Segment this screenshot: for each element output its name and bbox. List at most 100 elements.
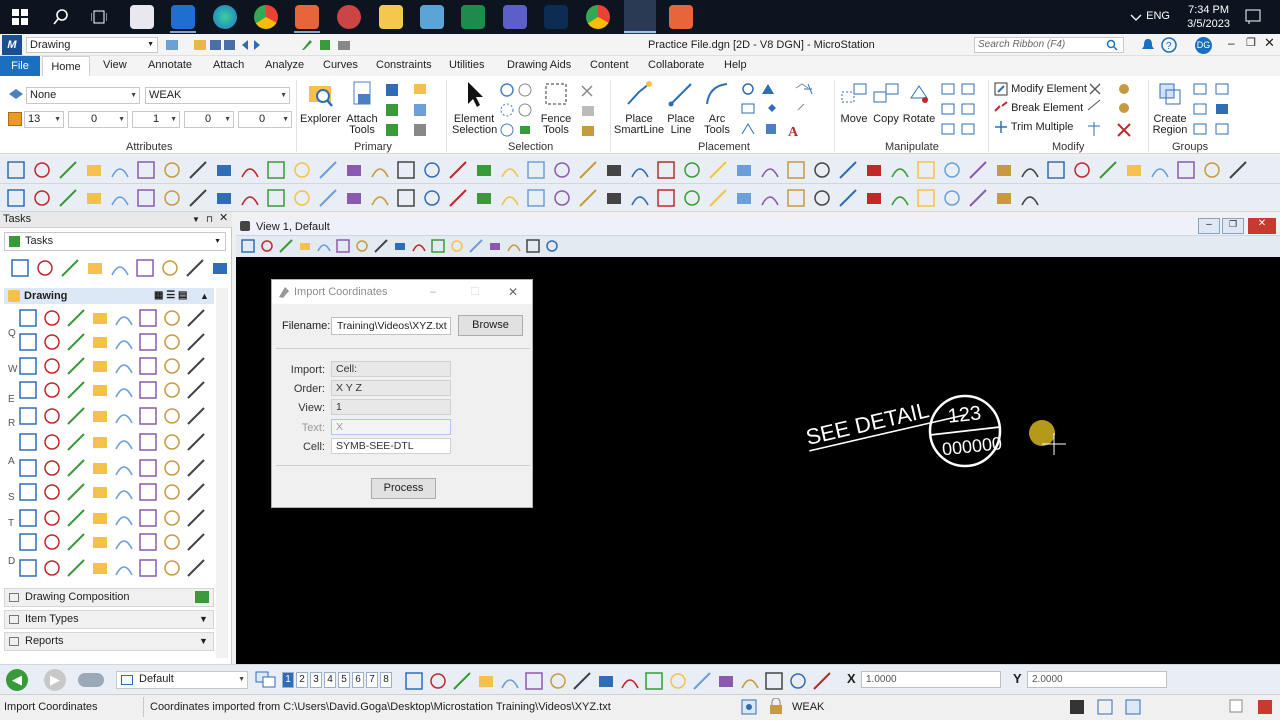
toolbar1-tool-icon-27[interactable] (682, 160, 702, 180)
toolbar2-tool-icon-7[interactable] (162, 188, 182, 208)
drawing-row1-tool-icon-3[interactable] (66, 308, 86, 328)
drawing-row11-tool-icon-2[interactable] (42, 558, 62, 578)
order-field[interactable]: X Y Z (331, 380, 451, 396)
toolbar2-tool-icon-21[interactable] (526, 188, 546, 208)
priority-combo[interactable]: 0 ▼ (238, 111, 292, 128)
drawing-row9-tool-icon-2[interactable] (42, 508, 62, 528)
minimize-button[interactable]: – (1228, 36, 1235, 50)
toolbar2-tool-icon-30[interactable] (760, 188, 780, 208)
lock-icon[interactable] (768, 698, 784, 716)
bottom-text-tool-icon-16[interactable] (764, 671, 784, 691)
drawing-row5-tool-icon-1[interactable] (18, 406, 38, 426)
tab-drawing-aids[interactable]: Drawing Aids (507, 59, 571, 71)
place-line-button[interactable]: Place Line (664, 80, 698, 136)
toolbar1-tool-icon-36[interactable] (916, 160, 936, 180)
view-tool-icon-15[interactable] (506, 238, 522, 254)
toolbar1-tool-icon-20[interactable] (500, 160, 520, 180)
drawing-row5-tool-icon-6[interactable] (138, 406, 158, 426)
drawing-row2-tool-icon-7[interactable] (162, 332, 182, 352)
drawing-row7-tool-icon-3[interactable] (66, 458, 86, 478)
browse-button[interactable]: Browse (458, 315, 523, 336)
chrome-profile-app-icon[interactable] (586, 5, 610, 29)
view-menu-icon[interactable] (240, 221, 250, 231)
snap-mode-icon[interactable] (740, 698, 760, 716)
drawing-row1-tool-icon-4[interactable] (90, 308, 110, 328)
toolbar1-tool-icon-46[interactable] (1176, 160, 1196, 180)
close-button[interactable]: ✕ (1264, 35, 1275, 51)
toolbar2-tool-icon-18[interactable] (448, 188, 468, 208)
drawing-row1-tool-icon-8[interactable] (186, 308, 206, 328)
toolbar2-tool-icon-17[interactable] (422, 188, 442, 208)
drawing-row10-tool-icon-7[interactable] (162, 532, 182, 552)
drawing-row7-tool-icon-5[interactable] (114, 458, 134, 478)
toolbar1-tool-icon-24[interactable] (604, 160, 624, 180)
drawing-row9-tool-icon-6[interactable] (138, 508, 158, 528)
drawing-row9-tool-icon-4[interactable] (90, 508, 110, 528)
view-tool-icon-2[interactable] (259, 238, 275, 254)
bottom-text-tool-icon-18[interactable] (812, 671, 832, 691)
drawing-row4-tool-icon-7[interactable] (162, 380, 182, 400)
toolbar1-tool-icon-43[interactable] (1098, 160, 1118, 180)
dialog-minimize-button[interactable]: – (430, 280, 436, 304)
restore-button[interactable]: ❐ (1246, 36, 1256, 49)
toolbar1-tool-icon-28[interactable] (708, 160, 728, 180)
selection-small-tools[interactable] (498, 82, 536, 138)
drawing-row8-tool-icon-7[interactable] (162, 482, 182, 502)
bottom-text-tool-icon-14[interactable] (716, 671, 736, 691)
quick-access-tools[interactable] (300, 38, 360, 52)
bottom-text-tool-icon-7[interactable] (548, 671, 568, 691)
search-icon[interactable] (53, 9, 69, 25)
toolbar2-tool-icon-29[interactable] (734, 188, 754, 208)
view-tool-icon-11[interactable] (430, 238, 446, 254)
toolbar2-tool-icon-5[interactable] (110, 188, 130, 208)
drawing-row1-tool-icon-1[interactable] (18, 308, 38, 328)
task-quick-tool-icon-7[interactable] (160, 258, 180, 278)
drawing-row7-tool-icon-1[interactable] (18, 458, 38, 478)
toolbar2-tool-icon-32[interactable] (812, 188, 832, 208)
drawing-row1-tool-icon-6[interactable] (138, 308, 158, 328)
toolbar1-tool-icon-1[interactable] (6, 160, 26, 180)
import-field[interactable]: Cell: (331, 361, 451, 377)
toolbar1-tool-icon-15[interactable] (370, 160, 390, 180)
paint-app-icon[interactable] (337, 5, 361, 29)
drawing-row7-tool-icon-7[interactable] (162, 458, 182, 478)
view-tool-icon-14[interactable] (487, 238, 503, 254)
break-element-button[interactable]: Break Element (994, 101, 1083, 115)
drawing-row1-tool-icon-5[interactable] (114, 308, 134, 328)
drawing-row8-tool-icon-3[interactable] (66, 482, 86, 502)
forward-arrow-icon[interactable]: ▶ (44, 669, 66, 691)
drawing-row4-tool-icon-6[interactable] (138, 380, 158, 400)
modify-element-button[interactable]: Modify Element (994, 82, 1087, 96)
bottom-text-tool-icon-1[interactable] (404, 671, 424, 691)
bottom-text-tool-icon-8[interactable] (572, 671, 592, 691)
toolbar1-tool-icon-42[interactable] (1072, 160, 1092, 180)
placement-small-tools[interactable]: A (740, 82, 830, 138)
toolbar2-tool-icon-40[interactable] (1020, 188, 1040, 208)
view-tool-icon-4[interactable] (297, 238, 313, 254)
toolbar1-tool-icon-34[interactable] (864, 160, 884, 180)
status-extra-icons[interactable] (1228, 698, 1276, 716)
drawing-row6-tool-icon-6[interactable] (138, 432, 158, 452)
notification-bell-icon[interactable] (1140, 37, 1156, 53)
close-icon[interactable]: ✕ (219, 211, 228, 226)
drawing-row3-tool-icon-3[interactable] (66, 356, 86, 376)
drawing-row2-tool-icon-6[interactable] (138, 332, 158, 352)
bottom-text-tool-icon-4[interactable] (476, 671, 496, 691)
toolbar1-tool-icon-10[interactable] (240, 160, 260, 180)
drawing-row9-tool-icon-8[interactable] (186, 508, 206, 528)
dialog-close-button[interactable]: ✕ (508, 280, 518, 304)
drawing-row11-tool-icon-6[interactable] (138, 558, 158, 578)
toolbar1-tool-icon-30[interactable] (760, 160, 780, 180)
task-quick-tool-icon-6[interactable] (135, 258, 155, 278)
accordion-item-types[interactable]: Item Types ▼ (4, 610, 214, 629)
chevron-up-icon[interactable] (1130, 13, 1142, 21)
panel-menu-icon[interactable]: ▼ (192, 212, 200, 227)
task-quick-tool-icon-9[interactable] (210, 258, 230, 278)
toolbar1-tool-icon-35[interactable] (890, 160, 910, 180)
drawing-row10-tool-icon-6[interactable] (138, 532, 158, 552)
toolbar2-tool-icon-33[interactable] (838, 188, 858, 208)
text-style-combo[interactable]: WEAK ▼ (145, 87, 290, 104)
process-button[interactable]: Process (371, 478, 436, 499)
toolbar1-tool-icon-33[interactable] (838, 160, 858, 180)
microstation-app-icon-active[interactable] (624, 0, 656, 34)
